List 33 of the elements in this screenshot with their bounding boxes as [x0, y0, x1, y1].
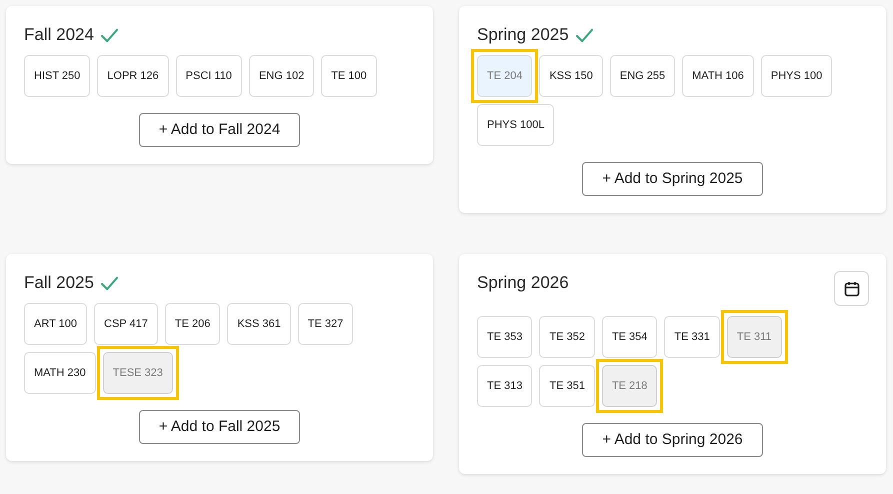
course-chip[interactable]: CSP 417 [94, 303, 158, 345]
course-chip[interactable]: TE 351 [539, 365, 595, 407]
course-chip[interactable]: TE 327 [298, 303, 354, 345]
course-chip[interactable]: TE 352 [539, 316, 595, 358]
course-chip[interactable]: KSS 150 [539, 55, 603, 97]
course-chip[interactable]: LOPR 126 [97, 55, 169, 97]
course-chip[interactable]: TE 331 [664, 316, 720, 358]
add-course-button[interactable]: + Add to Spring 2026 [582, 423, 763, 457]
course-chip[interactable]: TE 100 [321, 55, 377, 97]
course-chip[interactable]: PSCI 110 [176, 55, 242, 97]
term-title: Spring 2026 [477, 272, 569, 294]
course-chip[interactable]: KSS 361 [227, 303, 291, 345]
calendar-button[interactable] [834, 271, 869, 306]
calendar-icon [844, 280, 860, 296]
term-title: Fall 2025 [24, 272, 94, 294]
course-chip[interactable]: MATH 106 [682, 55, 754, 97]
course-chip[interactable]: PHYS 100L [477, 104, 554, 146]
course-chip[interactable]: TE 206 [164, 303, 220, 345]
course-chip[interactable]: TE 204 [477, 55, 532, 97]
term-title: Fall 2024 [24, 24, 94, 46]
add-course-button[interactable]: + Add to Fall 2024 [138, 113, 300, 147]
course-chip[interactable]: ART 100 [24, 303, 88, 345]
course-chip[interactable]: TE 353 [477, 316, 532, 358]
course-chip[interactable]: ENG 102 [248, 55, 314, 97]
course-chip[interactable]: MATH 230 [24, 352, 96, 394]
term-title: Spring 2025 [477, 24, 569, 46]
add-course-button[interactable]: + Add to Fall 2025 [138, 410, 300, 444]
course-chip[interactable]: PHYS 100 [760, 55, 832, 97]
course-chip[interactable]: TE 354 [602, 316, 658, 358]
course-chip[interactable]: ENG 255 [610, 55, 676, 97]
course-chip[interactable]: TE 313 [477, 365, 532, 407]
add-course-button[interactable]: + Add to Spring 2025 [582, 162, 763, 196]
course-chip[interactable]: HIST 250 [24, 55, 90, 97]
